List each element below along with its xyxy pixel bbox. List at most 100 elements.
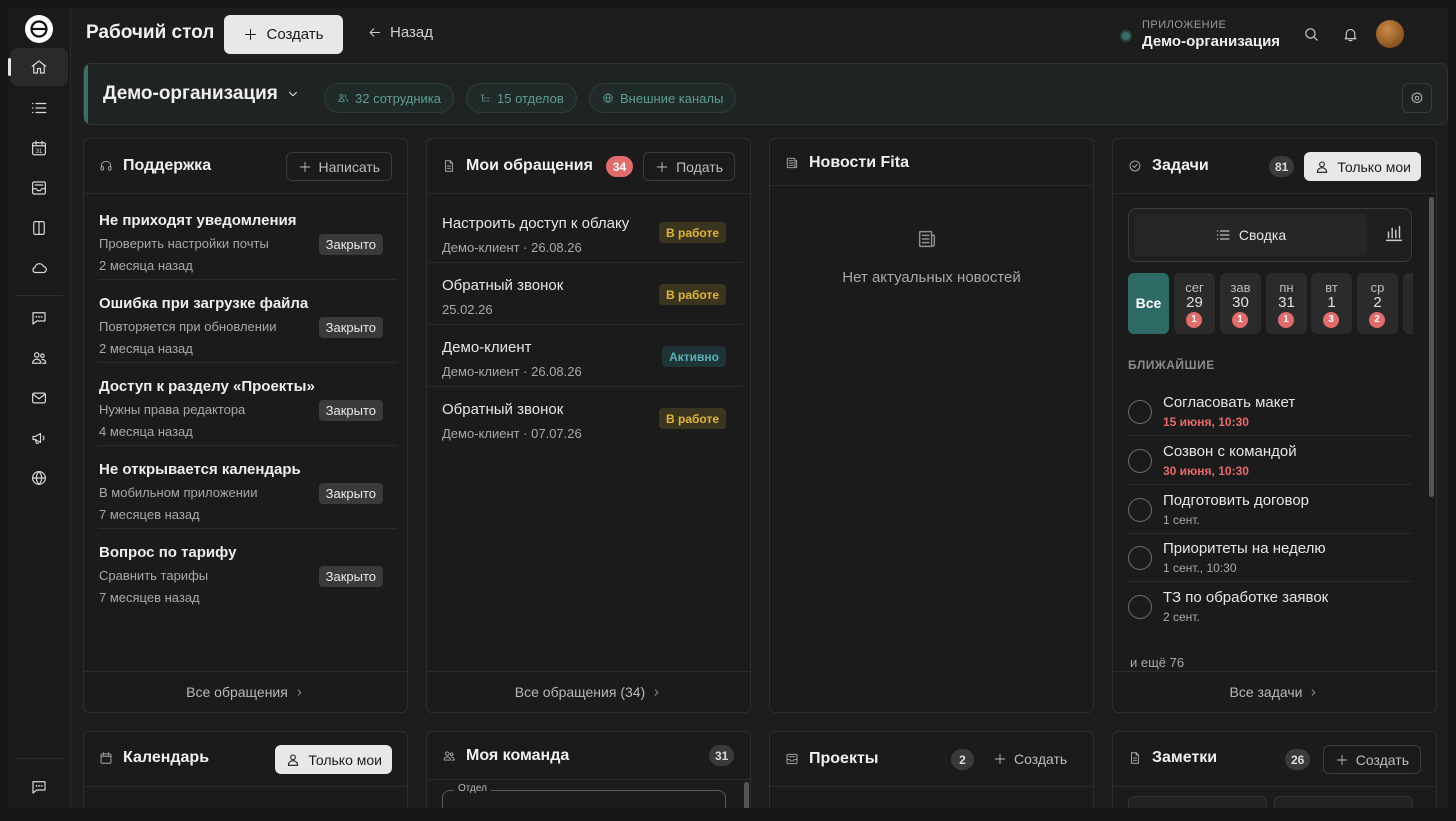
sidebar-item-list[interactable] [8, 89, 69, 127]
org-switcher[interactable]: Демо-организация [103, 83, 300, 105]
list-item[interactable]: Обратный звонок Демо-клиент · 07.07.26 В… [427, 387, 742, 449]
sidebar-item-mail[interactable] [8, 379, 69, 417]
sidebar-item-feedback[interactable] [8, 768, 69, 806]
task-checkbox[interactable] [1128, 498, 1152, 522]
task-checkbox[interactable] [1128, 400, 1152, 424]
calendar-title-text: Календарь [123, 749, 210, 766]
only-mine-toggle[interactable]: Только мои [1304, 152, 1421, 181]
summary-tab[interactable]: Сводка [1134, 214, 1367, 256]
chevron-right-icon [297, 688, 302, 696]
day-filter[interactable]: сег 29 1 [1174, 273, 1215, 334]
hierarchy-icon [480, 94, 490, 102]
org-settings-button[interactable] [1402, 83, 1432, 113]
employees-chip[interactable]: 32 сотрудника [324, 83, 454, 113]
task-checkbox[interactable] [1128, 449, 1152, 473]
app-name: Демо-организация [1142, 33, 1281, 50]
app-logo[interactable] [25, 15, 53, 43]
bar-chart-icon [1385, 225, 1403, 242]
channels-chip[interactable]: Внешние каналы [589, 83, 737, 113]
task-title: Согласовать макет [1163, 394, 1296, 411]
list-item[interactable]: Демо-клиент Демо-клиент · 26.08.26 Актив… [427, 325, 742, 387]
plus-icon [656, 161, 668, 172]
sidebar-item-team[interactable] [8, 339, 69, 377]
department-select[interactable]: Отдел [442, 783, 726, 808]
day-filter[interactable]: ср 2 2 [1357, 273, 1398, 334]
departments-chip[interactable]: 15 отделов [466, 83, 577, 113]
calendar-icon [100, 752, 112, 764]
task-title: Приоритеты на неделю [1163, 540, 1326, 557]
task-checkbox[interactable] [1128, 595, 1152, 619]
back-button[interactable]: Назад [367, 24, 433, 41]
list-item[interactable]: Подготовить договор 1 сент. [1128, 485, 1412, 534]
task-checkbox[interactable] [1128, 546, 1152, 570]
day-count-badge: 1 [1186, 312, 1202, 328]
sidebar-item-marketing[interactable] [8, 419, 69, 457]
team-scrollbar[interactable] [744, 782, 749, 808]
sidebar-item-home[interactable] [8, 48, 68, 86]
list-item[interactable]: Вопрос по тарифу Сравнить тарифы 7 месяц… [98, 529, 397, 612]
mail-icon [31, 392, 46, 404]
stats-tab[interactable] [1383, 222, 1405, 249]
team-header: Моя команда 31 [427, 732, 750, 780]
create-note-button[interactable]: Создать [1322, 745, 1421, 774]
day-filter-partial[interactable] [1403, 273, 1413, 334]
document-icon [445, 160, 453, 172]
list-item[interactable]: Обратный звонок 25.02.26 В работе [427, 263, 742, 325]
status-badge: Закрыто [318, 317, 383, 338]
request-title: Настроить доступ к облаку [442, 215, 630, 232]
chevron-right-icon [1312, 688, 1316, 696]
org-accent-stripe [84, 64, 88, 124]
support-header: Поддержка Написать [84, 139, 407, 194]
create-project-button[interactable]: Создать [993, 751, 1067, 767]
task-date: 15 июня, 10:30 [1163, 415, 1249, 429]
search-button[interactable] [1303, 26, 1320, 48]
submit-button[interactable]: Подать [643, 152, 735, 181]
page-title: Рабочий стол [86, 22, 215, 43]
sidebar-item-inbox[interactable] [8, 169, 69, 207]
list-item[interactable]: Не открывается календарь В мобильном при… [98, 446, 397, 529]
projects-card: Проекты 2 Создать [769, 731, 1094, 808]
day-filter[interactable]: зав 30 1 [1220, 273, 1261, 334]
sidebar-item-book[interactable] [8, 209, 69, 247]
list-item[interactable]: Настроить доступ к облаку Демо-клиент · … [427, 201, 742, 263]
list-item[interactable]: Доступ к разделу «Проекты» Нужны права р… [98, 363, 397, 446]
sidebar-item-chat[interactable] [8, 299, 69, 337]
note-preview[interactable] [1274, 796, 1413, 808]
requests-count-badge: 34 [606, 156, 633, 177]
all-tickets-link[interactable]: Все обращения [84, 671, 407, 712]
day-filter-all[interactable]: Все [1128, 273, 1169, 334]
ticket-time: 4 месяца назад [99, 424, 193, 439]
notifications-button[interactable] [1342, 26, 1359, 48]
all-tasks-link[interactable]: Все задачи [1113, 671, 1436, 712]
calendar-only-mine-toggle[interactable]: Только мои [275, 745, 392, 774]
more-tasks-label[interactable]: и ещё 76 [1130, 655, 1184, 670]
gear-icon [1411, 92, 1423, 104]
day-number: 31 [1278, 294, 1295, 311]
tasks-scrollbar[interactable] [1429, 197, 1434, 497]
list-item[interactable]: Ошибка при загрузке файла Повторяется пр… [98, 280, 397, 363]
list-item[interactable]: Согласовать макет 15 июня, 10:30 [1128, 387, 1412, 436]
create-button[interactable]: Создать [224, 15, 343, 54]
all-requests-link[interactable]: Все обращения (34) [427, 671, 750, 712]
requests-title: Мои обращения [442, 157, 593, 175]
team-card: Моя команда 31 Отдел [426, 731, 751, 808]
sidebar-item-calendar[interactable]: 31 [8, 129, 69, 167]
list-item[interactable]: Не приходят уведомления Проверить настро… [98, 197, 397, 280]
status-badge: Закрыто [318, 483, 383, 504]
list-icon [1216, 230, 1230, 240]
list-icon [31, 102, 46, 114]
task-date: 2 сент. [1163, 610, 1200, 624]
news-header: Новости Fita [770, 139, 1093, 186]
sidebar-item-web[interactable] [8, 459, 69, 497]
calendar-title: Календарь [99, 749, 209, 767]
sidebar-item-cloud[interactable] [8, 249, 69, 287]
note-preview[interactable] [1128, 796, 1267, 808]
list-item[interactable]: Приоритеты на неделю 1 сент., 10:30 [1128, 533, 1412, 582]
day-filter[interactable]: пн 31 1 [1266, 273, 1307, 334]
list-item[interactable]: Созвон с командой 30 июня, 10:30 [1128, 436, 1412, 485]
avatar[interactable] [1376, 20, 1404, 48]
write-button[interactable]: Написать [285, 152, 392, 181]
list-item[interactable]: ТЗ по обработке заявок 2 сент. [1128, 582, 1412, 631]
day-filter[interactable]: вт 1 3 [1311, 273, 1352, 334]
task-date: 1 сент. [1163, 513, 1200, 527]
